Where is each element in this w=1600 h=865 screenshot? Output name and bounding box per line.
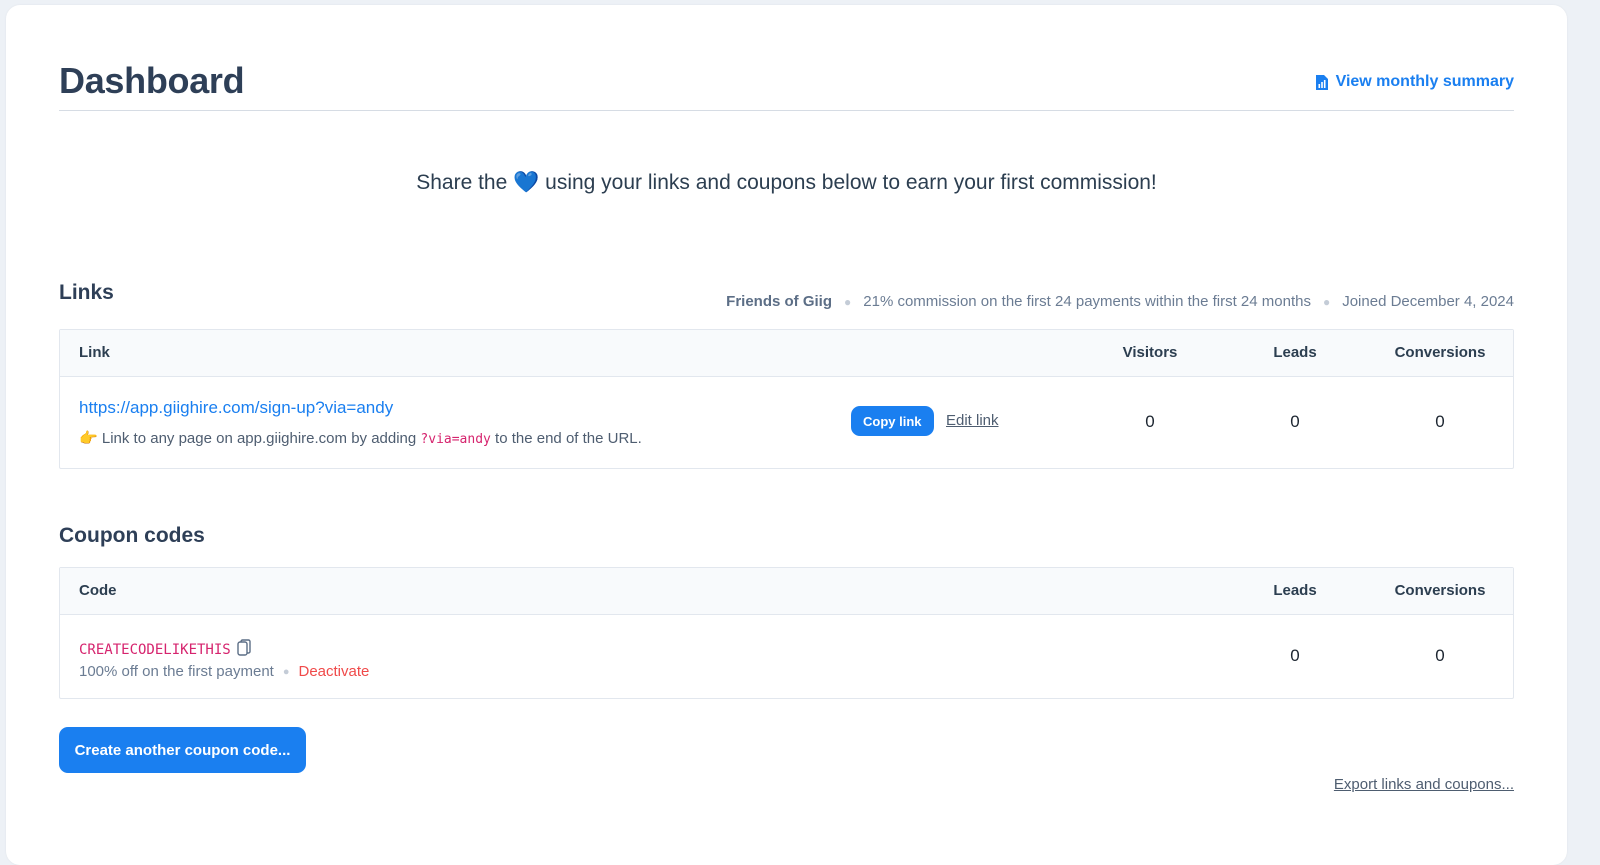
coupon-description: 100% off on the first payment	[79, 663, 274, 680]
create-coupon-button[interactable]: Create another coupon code...	[59, 727, 306, 773]
edit-link-button[interactable]: Edit link	[946, 412, 999, 429]
leads-count: 0	[1290, 412, 1300, 431]
link-hint-text: Link to any page on app.giighire.com by …	[101, 430, 417, 447]
view-monthly-summary-label: View monthly summary	[1335, 73, 1514, 90]
column-header-leads: Leads	[1273, 344, 1317, 361]
blue-heart-icon: 💙	[513, 171, 540, 194]
conversions-count: 0	[1435, 646, 1445, 665]
separator-dot: ●	[282, 665, 290, 678]
column-header-conversions: Conversions	[1394, 582, 1486, 599]
copy-link-button[interactable]: Copy link	[851, 406, 934, 436]
column-header-leads: Leads	[1273, 582, 1317, 599]
coupon-code: CREATECODELIKETHIS	[79, 639, 251, 660]
column-header-visitors: Visitors	[1122, 344, 1178, 361]
page-title: Dashboard	[59, 60, 245, 101]
link-hint: 👉 Link to any page on app.giighire.com b…	[79, 429, 642, 447]
dashboard-card: Dashboard View monthly summary Share the…	[6, 5, 1567, 865]
table-row: CREATECODELIKETHIS 100% off on the first…	[60, 615, 1513, 698]
joined-date: Joined December 4, 2024	[1342, 293, 1514, 310]
via-parameter-code: ?via=andy	[420, 432, 491, 447]
copy-icon[interactable]	[237, 639, 251, 660]
coupons-section-title: Coupon codes	[59, 524, 205, 547]
links-table: Link Visitors Leads Conversions https://…	[59, 329, 1514, 469]
leads-count: 0	[1290, 646, 1300, 665]
link-hint-text-end: to the end of the URL.	[495, 430, 642, 447]
view-monthly-summary-link[interactable]: View monthly summary	[1315, 73, 1514, 91]
share-message-before: Share the	[416, 171, 508, 194]
conversions-count: 0	[1435, 412, 1445, 431]
coupons-table-header: Code Leads Conversions	[60, 568, 1513, 615]
deactivate-coupon-link[interactable]: Deactivate	[299, 663, 370, 680]
links-section-title: Links	[59, 281, 114, 304]
page-header: Dashboard View monthly summary	[59, 60, 1514, 111]
share-message: Share the 💙 using your links and coupons…	[59, 171, 1514, 195]
pointing-hand-icon: 👉	[79, 430, 98, 447]
referral-link-url[interactable]: https://app.giighire.com/sign-up?via=and…	[79, 398, 393, 418]
commission-terms: 21% commission on the first 24 payments …	[863, 293, 1311, 310]
links-table-header: Link Visitors Leads Conversions	[60, 330, 1513, 377]
separator-dot: ●	[1322, 294, 1331, 309]
column-header-link: Link	[79, 344, 110, 361]
export-links-and-coupons-link[interactable]: Export links and coupons...	[1334, 776, 1514, 793]
coupon-code-text: CREATECODELIKETHIS	[79, 641, 231, 658]
column-header-conversions: Conversions	[1394, 344, 1486, 361]
coupons-table: Code Leads Conversions CREATECODELIKETHI…	[59, 567, 1514, 699]
bar-chart-document-icon	[1315, 74, 1329, 91]
visitors-count: 0	[1145, 412, 1155, 431]
table-row: https://app.giighire.com/sign-up?via=and…	[60, 377, 1513, 468]
program-meta: Friends of Giig ● 21% commission on the …	[726, 293, 1514, 310]
separator-dot: ●	[844, 294, 852, 309]
coupon-details: 100% off on the first payment ● Deactiva…	[79, 663, 369, 680]
program-name: Friends of Giig	[726, 293, 833, 310]
column-header-code: Code	[79, 582, 117, 599]
share-message-after: using your links and coupons below to ea…	[545, 171, 1157, 194]
